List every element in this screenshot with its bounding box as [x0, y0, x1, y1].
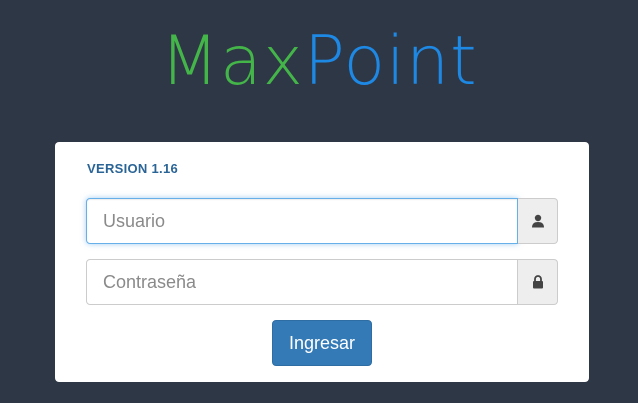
- logo-text-point: Point: [303, 22, 478, 101]
- password-input-group: [86, 259, 558, 305]
- user-icon: [531, 214, 544, 228]
- login-button[interactable]: Ingresar: [272, 320, 372, 366]
- password-input[interactable]: [86, 259, 518, 305]
- version-label: VERSION 1.16: [87, 161, 179, 176]
- username-input-group: [86, 198, 558, 244]
- logo-text-max: Max: [160, 22, 304, 101]
- password-addon: [518, 259, 558, 305]
- username-addon: [518, 198, 558, 244]
- app-logo: MaxPoint: [0, 22, 638, 102]
- username-input[interactable]: [86, 198, 518, 244]
- login-panel: VERSION 1.16 Ingresar: [55, 142, 589, 382]
- lock-icon: [532, 275, 543, 289]
